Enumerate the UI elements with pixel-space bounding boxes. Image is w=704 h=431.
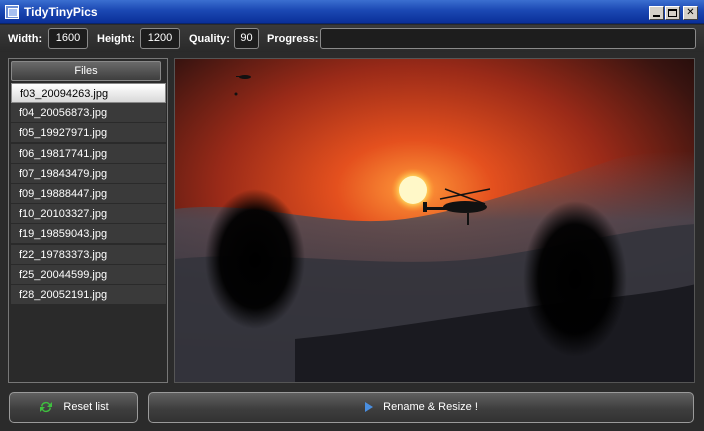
maximize-icon — [668, 9, 677, 17]
progress-bar — [320, 28, 696, 49]
action-bar: Reset list Rename & Resize ! — [0, 388, 704, 431]
file-list-item[interactable]: f03_20094263.jpg — [11, 83, 166, 103]
app-window-icon[interactable] — [5, 5, 19, 19]
file-list-item[interactable]: f25_20044599.jpg — [11, 264, 166, 285]
file-list-item[interactable]: f09_19888447.jpg — [11, 183, 166, 204]
file-list-item[interactable]: f06_19817741.jpg — [11, 143, 166, 164]
reset-list-label: Reset list — [63, 401, 109, 413]
preview-photo — [175, 59, 694, 382]
reset-list-button[interactable]: Reset list — [9, 392, 138, 423]
close-icon: ✕ — [686, 7, 695, 18]
image-preview — [174, 58, 695, 383]
window-title: TidyTinyPics — [24, 5, 98, 19]
play-arrow-icon — [365, 402, 374, 413]
progress-label: Progress: — [267, 33, 319, 45]
file-list-item[interactable]: f28_20052191.jpg — [11, 284, 166, 305]
width-label: Width: — [8, 33, 43, 45]
rename-resize-label: Rename & Resize ! — [383, 401, 478, 413]
quality-label: Quality: — [189, 33, 230, 45]
file-list-item[interactable]: f10_20103327.jpg — [11, 204, 166, 225]
height-input[interactable]: 1200 — [140, 28, 180, 49]
file-list-item[interactable]: f22_19783373.jpg — [11, 244, 166, 265]
file-list-item[interactable]: f19_19859043.jpg — [11, 224, 166, 245]
width-input[interactable]: 1600 — [48, 28, 88, 49]
close-button[interactable]: ✕ — [683, 6, 698, 20]
file-list-item[interactable]: f04_20056873.jpg — [11, 103, 166, 124]
rename-resize-button[interactable]: Rename & Resize ! — [148, 392, 694, 423]
quality-input[interactable]: 90 — [234, 28, 259, 49]
files-column-header[interactable]: Files — [11, 61, 161, 81]
minimize-button[interactable] — [649, 6, 664, 20]
refresh-arrows-icon — [40, 401, 53, 413]
file-list-item[interactable]: f07_19843479.jpg — [11, 163, 166, 184]
files-panel: Files f03_20094263.jpg f04_20056873.jpg f0… — [8, 58, 168, 383]
minimize-icon — [653, 15, 660, 17]
files-list[interactable]: f03_20094263.jpg f04_20056873.jpg f05_1992… — [11, 83, 166, 305]
height-label: Height: — [97, 33, 135, 45]
maximize-button[interactable] — [665, 6, 680, 20]
title-bar[interactable]: TidyTinyPics ✕ — [0, 0, 704, 24]
file-list-item[interactable]: f05_19927971.jpg — [11, 123, 166, 144]
settings-toolbar: Width: 1600 Height: 1200 Quality: 90 Pro… — [0, 25, 704, 52]
